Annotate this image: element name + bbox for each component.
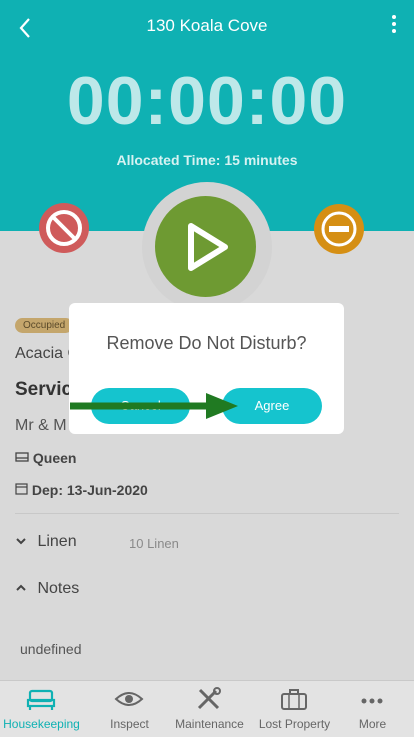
more-dots-icon (357, 687, 387, 711)
pause-button[interactable] (314, 204, 364, 254)
guest-name: Mr & M (15, 417, 67, 434)
do-not-disturb-button[interactable] (39, 203, 89, 253)
tools-icon (194, 687, 224, 711)
tab-label: Lost Property (258, 717, 331, 731)
tab-label: Housekeeping (3, 717, 80, 731)
tab-maintenance[interactable]: Maintenance (168, 681, 251, 737)
tab-inspect[interactable]: Inspect (88, 681, 171, 737)
chevron-up-icon (15, 580, 33, 598)
briefcase-icon (279, 687, 309, 711)
chevron-down-icon (15, 533, 33, 551)
linen-section-toggle[interactable]: Linen (15, 533, 77, 551)
divider (15, 513, 399, 514)
start-button[interactable] (155, 196, 256, 297)
pointer-arrow-icon (70, 393, 238, 419)
tab-housekeeping[interactable]: Housekeeping (0, 681, 83, 737)
linen-label: Linen (37, 533, 77, 550)
tab-label: Inspect (110, 717, 149, 731)
departure-date: Dep: 13-Jun-2020 (15, 482, 148, 498)
tab-lost-property[interactable]: Lost Property (253, 681, 336, 737)
minus-circle-icon (321, 211, 357, 247)
allocated-time: Allocated Time: 15 minutes (116, 152, 298, 168)
bed-icon (26, 687, 56, 711)
tab-more[interactable]: More (331, 681, 414, 737)
timer-display: 00:00:00 (66, 63, 348, 139)
more-options-icon[interactable] (384, 12, 404, 42)
calendar-icon (15, 482, 32, 498)
bottom-tab-bar: Housekeeping Inspect Maintenance Lost Pr… (0, 680, 414, 737)
status-badge: Occupied (15, 318, 74, 333)
departure-label: Dep: 13-Jun-2020 (31, 482, 148, 498)
dialog-title: Remove Do Not Disturb? (106, 333, 307, 353)
bed-type: Queen (15, 450, 76, 466)
bed-icon (15, 450, 33, 466)
tab-label: Maintenance (175, 717, 244, 731)
linen-count: 10 Linen (129, 536, 179, 551)
notes-value: undefined (20, 641, 82, 657)
notes-label: Notes (37, 580, 80, 597)
do-not-disturb-icon (46, 210, 82, 246)
page-title: 130 Koala Cove (146, 16, 268, 35)
bed-type-label: Queen (32, 450, 77, 466)
room-service: Servic (15, 379, 73, 400)
tab-label: More (358, 717, 387, 731)
eye-icon (114, 687, 144, 711)
notes-section-toggle[interactable]: Notes (15, 580, 79, 598)
play-icon (188, 223, 228, 271)
